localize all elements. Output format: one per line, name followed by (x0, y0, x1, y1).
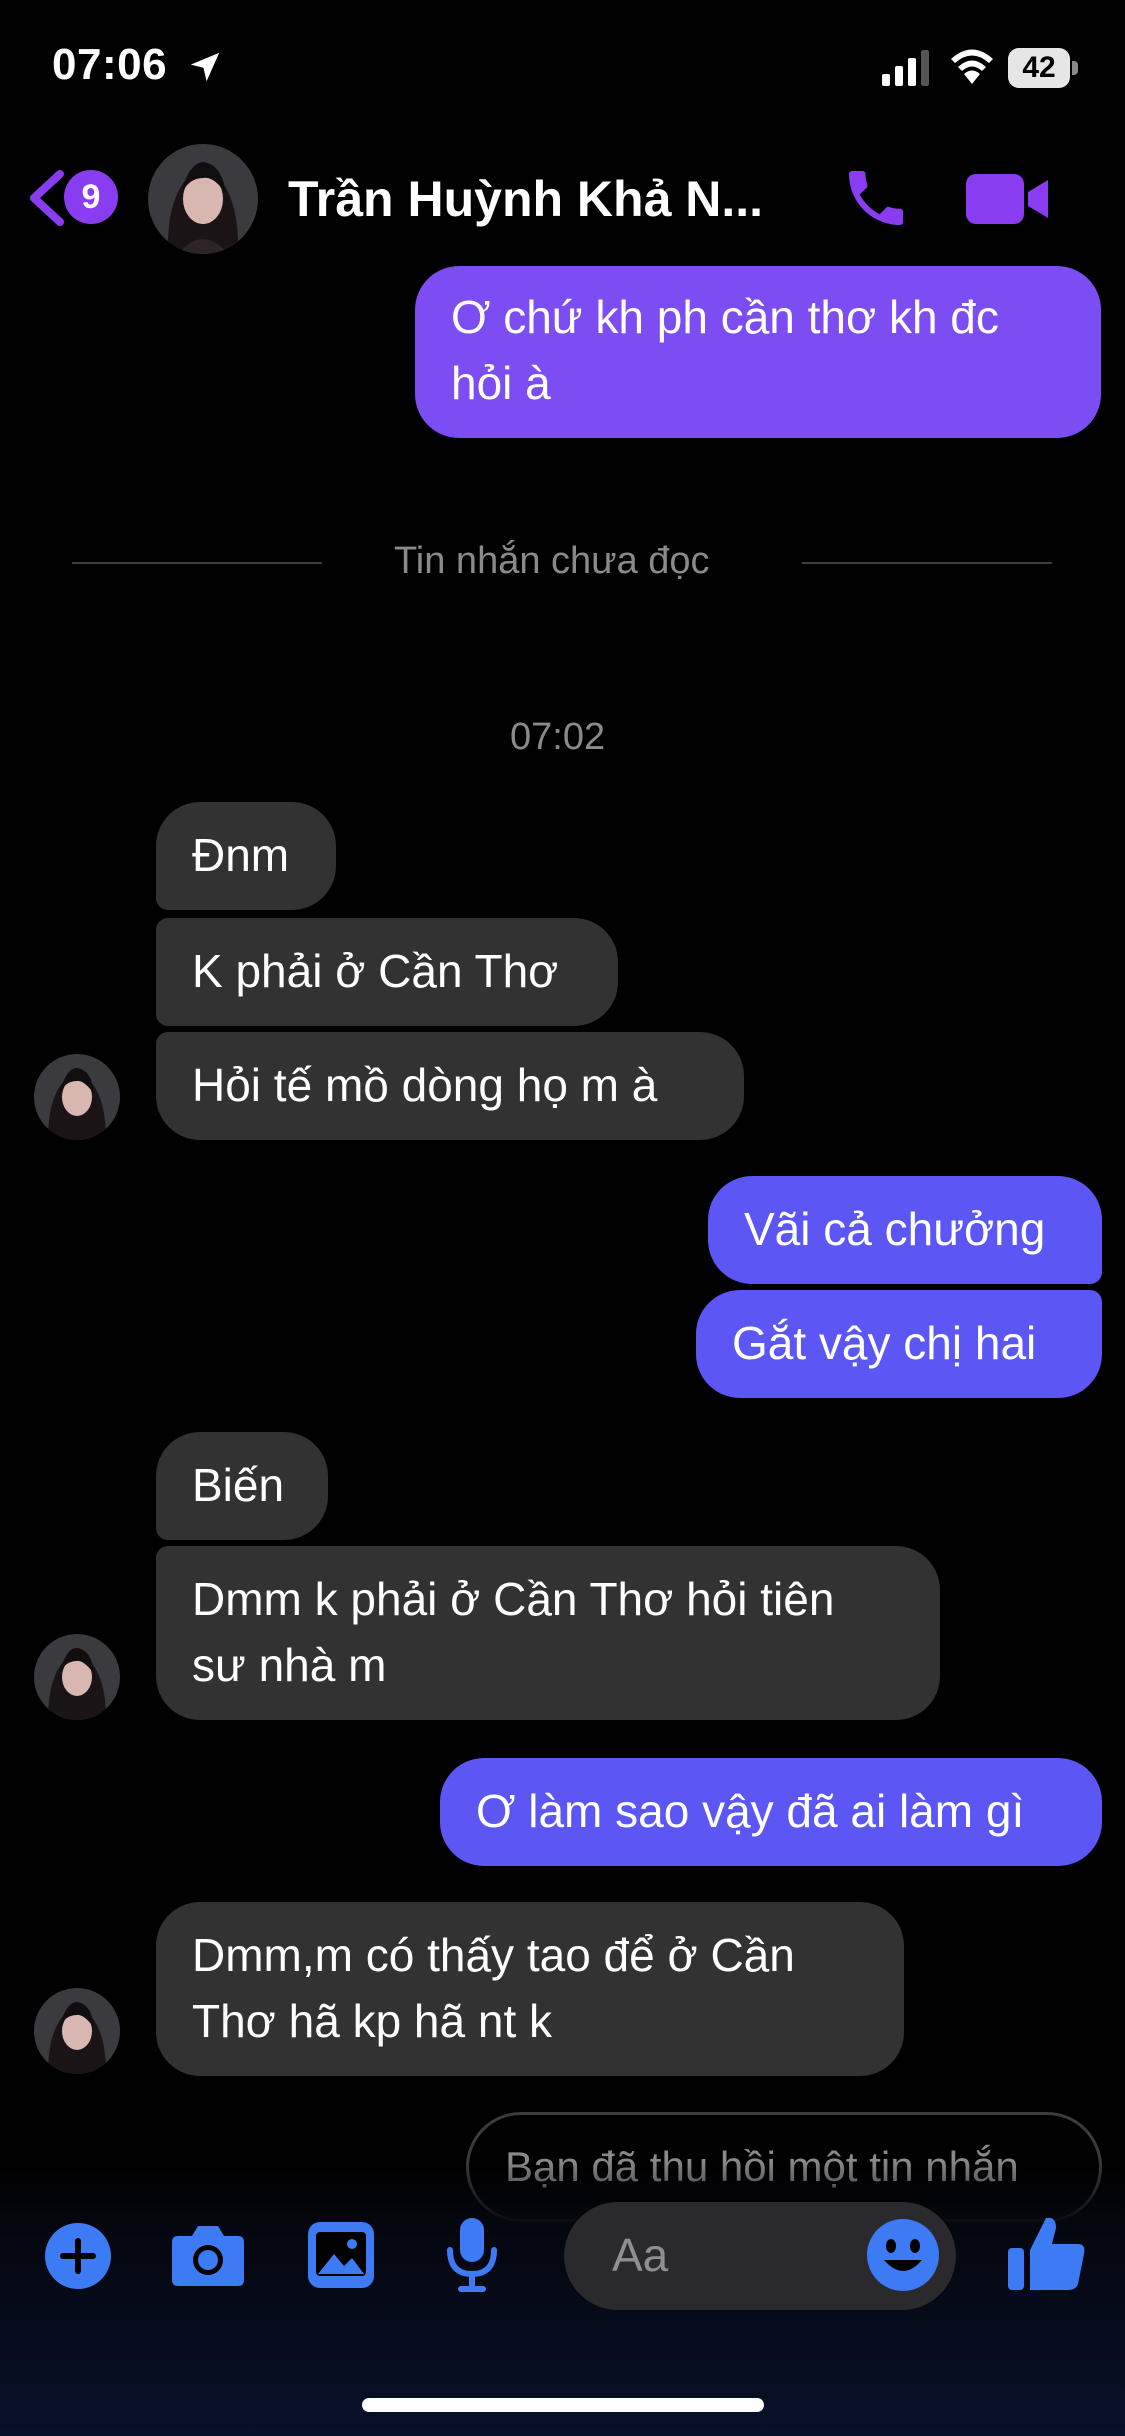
like-icon[interactable] (1006, 2212, 1088, 2294)
incoming-message[interactable]: Dmm,m có thấy tao để ở Cần Thơ hã kp hã … (156, 1902, 904, 2076)
back-chevron-icon[interactable] (24, 168, 68, 228)
phone-call-icon[interactable] (840, 162, 912, 234)
divider-right (802, 562, 1052, 564)
contact-name[interactable]: Trần Huỳnh Khả N... (288, 170, 808, 228)
contact-avatar[interactable] (148, 144, 258, 254)
message-input-placeholder[interactable]: Aa (612, 2228, 668, 2282)
outgoing-message[interactable]: Ơ chứ kh ph cần thơ kh đc hỏi à (415, 266, 1101, 438)
sender-avatar[interactable] (34, 1634, 120, 1720)
battery-indicator: 42 (1008, 48, 1080, 88)
incoming-message[interactable]: Đnm (156, 802, 336, 910)
outgoing-message[interactable]: Gắt vậy chị hai (696, 1290, 1102, 1398)
battery-level: 42 (1008, 48, 1070, 88)
camera-icon[interactable] (170, 2222, 246, 2288)
outgoing-message[interactable]: Vãi cả chưởng (708, 1176, 1102, 1284)
outgoing-message[interactable]: Ơ làm sao vậy đã ai làm gì (440, 1758, 1102, 1866)
cellular-signal-icon (882, 50, 929, 86)
message-timestamp: 07:02 (510, 716, 606, 758)
incoming-message[interactable]: K phải ở Cần Thơ (156, 918, 618, 1026)
unread-count-badge[interactable]: 9 (64, 170, 118, 224)
video-call-icon[interactable] (966, 172, 1050, 226)
sender-avatar[interactable] (34, 1988, 120, 2074)
unread-divider-label: Tin nhắn chưa đọc (394, 540, 710, 582)
incoming-message[interactable]: Hỏi tế mồ dòng họ m à (156, 1032, 744, 1140)
status-time: 07:06 (52, 40, 168, 89)
divider-left (72, 562, 322, 564)
incoming-message[interactable]: Biến (156, 1432, 328, 1540)
wifi-icon (951, 49, 993, 84)
location-arrow-icon (190, 52, 220, 82)
microphone-icon[interactable] (444, 2216, 500, 2294)
incoming-message[interactable]: Dmm k phải ở Cần Thơ hỏi tiên sư nhà m (156, 1546, 940, 1720)
gallery-icon[interactable] (306, 2220, 376, 2290)
sender-avatar[interactable] (34, 1054, 120, 1140)
emoji-icon[interactable] (866, 2218, 940, 2292)
home-indicator (362, 2398, 764, 2412)
composer-bar (0, 2160, 1125, 2436)
plus-icon[interactable] (44, 2222, 112, 2290)
